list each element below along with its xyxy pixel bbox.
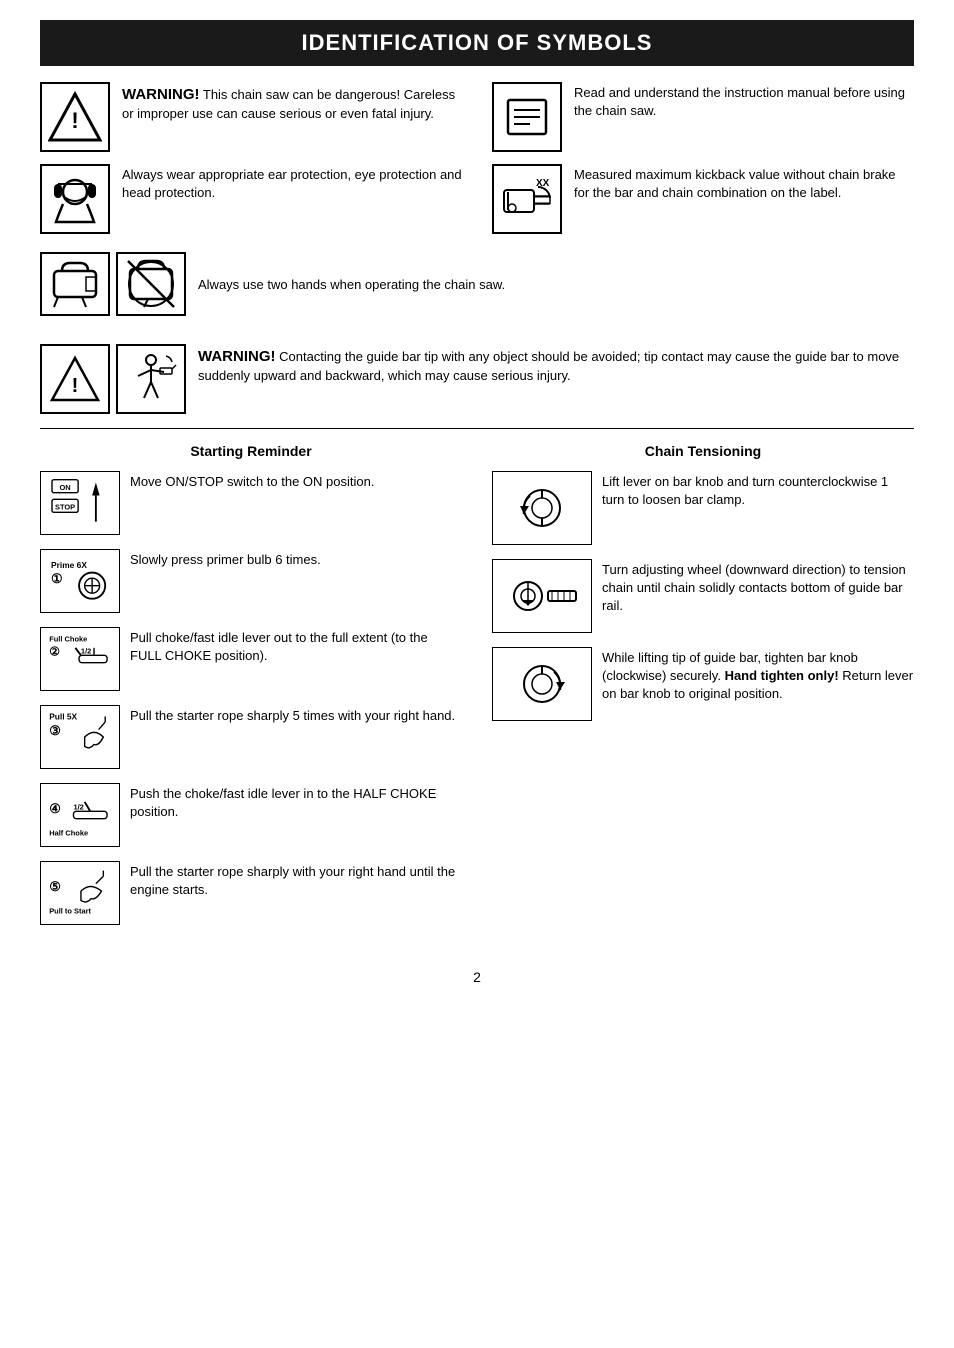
two-hands-text: Always use two hands when operating the …: [198, 274, 505, 294]
svg-text:②: ②: [49, 644, 60, 658]
step-prime: Prime 6X ① Slowly press primer bulb 6 ti…: [40, 549, 462, 613]
svg-text:Pull to Start: Pull to Start: [49, 907, 91, 916]
warning-danger-icon: !: [40, 82, 110, 152]
step-on-stop: ON STOP Move ON/STOP switch to the ON po…: [40, 471, 462, 535]
chain-tensioning-col: Chain Tensioning Lift lever on bar knob …: [492, 443, 914, 939]
svg-text:③: ③: [49, 723, 61, 738]
starting-reminder-col: Starting Reminder ON STOP Move ON/STOP s…: [40, 443, 462, 939]
kickback-motion-icon: [116, 344, 186, 414]
svg-text:ON: ON: [59, 483, 70, 492]
two-hands-icon-1: [40, 252, 110, 316]
warning-bar-icons: !: [40, 344, 186, 414]
step-on-stop-text: Move ON/STOP switch to the ON position.: [130, 471, 374, 491]
symbol-kickback: XX Measured maximum kickback value witho…: [492, 164, 914, 234]
prime-icon: Prime 6X ①: [40, 549, 120, 613]
ear-protection-text: Always wear appropriate ear protection, …: [122, 164, 462, 202]
step-pull-5x-text: Pull the starter rope sharply 5 times wi…: [130, 705, 455, 725]
step-half-choke-text: Push the choke/fast idle lever in to the…: [130, 783, 462, 821]
symbol-warning: ! WARNING! This chain saw can be dangero…: [40, 82, 462, 152]
svg-text:①: ①: [51, 571, 63, 586]
read-manual-text: Read and understand the instruction manu…: [574, 82, 914, 120]
starting-reminder-title: Starting Reminder: [40, 443, 462, 459]
step-pull-to-start-text: Pull the starter rope sharply with your …: [130, 861, 462, 899]
read-manual-icon: [492, 82, 562, 152]
svg-text:1/2: 1/2: [73, 802, 83, 811]
chain-step-3-text: While lifting tip of guide bar, tighten …: [602, 647, 914, 704]
page-number: 2: [40, 969, 914, 985]
warning-triangle-icon: !: [40, 344, 110, 414]
section-divider: [40, 428, 914, 429]
chain-step-1: Lift lever on bar knob and turn counterc…: [492, 471, 914, 545]
symbols-section: ! WARNING! This chain saw can be dangero…: [40, 82, 914, 234]
kickback-icon: XX: [492, 164, 562, 234]
step-pull-5x: Pull 5X ③ Pull the starter rope sharply …: [40, 705, 462, 769]
svg-text:Pull 5X: Pull 5X: [49, 711, 77, 721]
step-pull-to-start: ⑤ Pull to Start Pull the starter rope sh…: [40, 861, 462, 925]
instructions-section: Starting Reminder ON STOP Move ON/STOP s…: [40, 443, 914, 939]
symbol-protection: Always wear appropriate ear protection, …: [40, 164, 462, 234]
step-full-choke-text: Pull choke/fast idle lever out to the fu…: [130, 627, 462, 665]
svg-text:Half Choke: Half Choke: [49, 829, 88, 838]
kickback-text: Measured maximum kickback value without …: [574, 164, 914, 202]
svg-text:④: ④: [49, 801, 61, 816]
chain-tensioning-title: Chain Tensioning: [492, 443, 914, 459]
two-hands-section: Always use two hands when operating the …: [40, 252, 914, 330]
svg-text:Full Choke: Full Choke: [49, 634, 87, 643]
pull-5x-icon: Pull 5X ③: [40, 705, 120, 769]
svg-text:1/2: 1/2: [81, 646, 91, 655]
svg-text:⑤: ⑤: [49, 879, 61, 894]
on-stop-icon: ON STOP: [40, 471, 120, 535]
warning-bar-section: ! WARNING! Contacting the gu: [40, 344, 914, 414]
chain-step-2: Turn adjusting wheel (downward direction…: [492, 559, 914, 633]
two-hands-icon-2: [116, 252, 186, 316]
two-hands-icons: [40, 252, 186, 316]
chain-step-3-icon: [492, 647, 592, 721]
page-title: IDENTIFICATION OF SYMBOLS: [40, 20, 914, 66]
chain-step-1-icon: [492, 471, 592, 545]
chain-step-2-icon: [492, 559, 592, 633]
chain-step-1-text: Lift lever on bar knob and turn counterc…: [602, 471, 914, 509]
step-full-choke: Full Choke ② 1/2 Pull choke/fast idle le…: [40, 627, 462, 691]
pull-to-start-icon: ⑤ Pull to Start: [40, 861, 120, 925]
chain-step-3: While lifting tip of guide bar, tighten …: [492, 647, 914, 721]
svg-text:Prime 6X: Prime 6X: [51, 560, 87, 570]
chain-step-2-text: Turn adjusting wheel (downward direction…: [602, 559, 914, 616]
ear-protection-icon: [40, 164, 110, 234]
symbol-read-manual: Read and understand the instruction manu…: [492, 82, 914, 152]
half-choke-icon: ④ 1/2 Half Choke: [40, 783, 120, 847]
svg-text:!: !: [71, 108, 78, 133]
full-choke-icon: Full Choke ② 1/2: [40, 627, 120, 691]
step-half-choke: ④ 1/2 Half Choke Push the choke/fast idl…: [40, 783, 462, 847]
svg-text:STOP: STOP: [55, 503, 75, 512]
svg-text:!: !: [72, 375, 79, 397]
warning-danger-text: WARNING! This chain saw can be dangerous…: [122, 82, 462, 123]
warning-bar-text: WARNING! Contacting the guide bar tip wi…: [198, 344, 914, 385]
step-prime-text: Slowly press primer bulb 6 times.: [130, 549, 321, 569]
